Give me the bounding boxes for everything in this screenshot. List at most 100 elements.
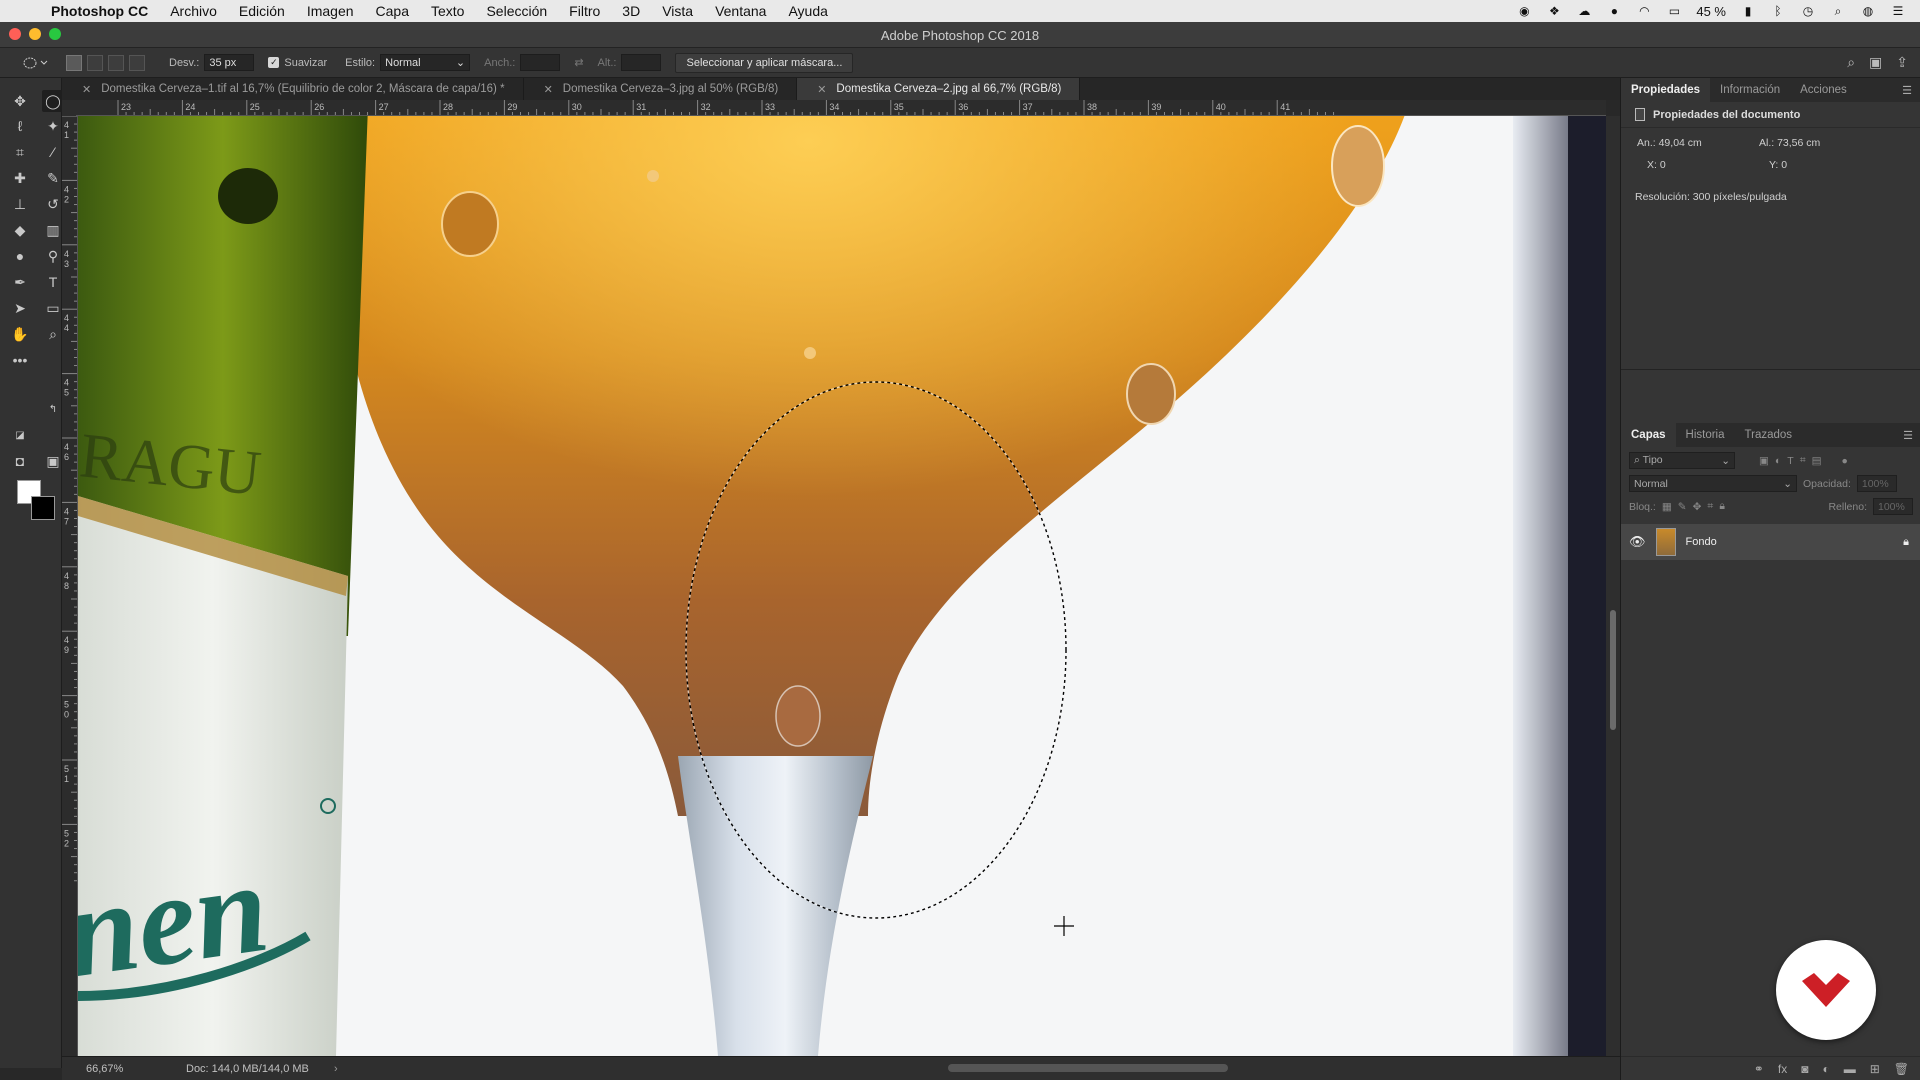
tab-document-1[interactable]: ✕ Domestika Cerveza–1.tif al 16,7% (Equi… — [62, 78, 524, 100]
dodge-tool-icon[interactable]: ⚲ — [42, 245, 64, 267]
fill-input[interactable]: 100% — [1873, 498, 1913, 515]
notification-center-icon[interactable]: ☰ — [1890, 4, 1906, 18]
search-icon[interactable]: ⌕ — [1847, 54, 1855, 71]
menu-3d[interactable]: 3D — [611, 3, 651, 19]
status-menu-icon[interactable]: › — [334, 1063, 338, 1075]
link-layers-icon[interactable]: ⚭ — [1754, 1062, 1764, 1076]
crop-tool-icon[interactable]: ⌗ — [9, 141, 31, 163]
subtract-selection-mode-button[interactable] — [108, 54, 124, 71]
filter-toggle-icon[interactable]: ● — [1842, 455, 1848, 467]
antialias-checkbox[interactable]: ✓ — [268, 57, 280, 68]
wifi-icon[interactable]: ◠ — [1636, 4, 1652, 18]
width-input[interactable] — [520, 54, 561, 71]
layer-name[interactable]: Fondo — [1686, 536, 1717, 548]
share-icon[interactable]: ⇪ — [1896, 54, 1908, 71]
quick-mask-icon[interactable]: ◘ — [9, 450, 31, 472]
clone-stamp-tool-icon[interactable]: ⊥ — [9, 193, 31, 215]
zoom-level[interactable]: 66,67% — [62, 1063, 132, 1075]
close-tab-icon[interactable]: ✕ — [817, 83, 826, 96]
dropbox-icon[interactable]: ❖ — [1546, 4, 1562, 18]
close-tab-icon[interactable]: ✕ — [82, 83, 91, 96]
menu-vista[interactable]: Vista — [651, 3, 704, 19]
swap-colors-icon[interactable]: ↰ — [42, 398, 64, 420]
healing-brush-tool-icon[interactable]: ✚ — [9, 167, 31, 189]
panel-menu-icon[interactable]: ☰ — [1903, 429, 1913, 442]
airplay-icon[interactable]: ▭ — [1666, 4, 1682, 18]
menu-filtro[interactable]: Filtro — [558, 3, 611, 19]
filter-adjustment-icon[interactable]: ◐ — [1775, 455, 1781, 467]
lock-image-icon[interactable]: ✎ — [1678, 501, 1687, 513]
battery-icon[interactable]: ▮ — [1740, 4, 1756, 18]
close-tab-icon[interactable]: ✕ — [544, 83, 553, 96]
swap-dimensions-icon[interactable]: ⇄ — [574, 56, 583, 69]
screen-mode-icon[interactable]: ▣ — [42, 450, 64, 472]
vertical-scroll-thumb[interactable] — [1610, 610, 1616, 730]
tab-acciones[interactable]: Acciones — [1790, 78, 1857, 102]
default-colors-icon[interactable]: ◪ — [9, 424, 31, 446]
siri-icon[interactable]: ◍ — [1860, 4, 1876, 18]
brush-tool-icon[interactable]: ✎ — [42, 167, 64, 189]
menu-seleccion[interactable]: Selección — [475, 3, 558, 19]
intersect-selection-mode-button[interactable] — [129, 54, 145, 71]
spotlight-icon[interactable]: ⌕ — [1830, 4, 1846, 18]
document-canvas[interactable]: RAGU nen — [78, 116, 1606, 1056]
delete-layer-icon[interactable]: 🗑︎ — [1894, 1062, 1909, 1076]
elliptical-marquee-tool-icon[interactable]: ◯ — [42, 90, 64, 112]
tab-propiedades[interactable]: Propiedades — [1621, 78, 1711, 102]
horizontal-ruler[interactable]: 23 24 25 26 27 28 29 30 31 32 33 34 35 36 37 38 39 40 41 — [76, 100, 1606, 116]
move-tool-icon[interactable]: ✥ — [9, 90, 31, 112]
path-selection-tool-icon[interactable]: ➤ — [9, 297, 31, 319]
tab-historia[interactable]: Historia — [1676, 423, 1735, 447]
eyedropper-tool-icon[interactable]: ⁄ — [42, 141, 64, 163]
eraser-tool-icon[interactable]: ◆ — [9, 219, 31, 241]
menu-texto[interactable]: Texto — [420, 3, 475, 19]
tab-document-2[interactable]: ✕ Domestika Cerveza–2.jpg al 66,7% (RGB/… — [797, 78, 1081, 100]
add-mask-icon[interactable]: ◙ — [1801, 1062, 1808, 1076]
new-group-icon[interactable]: ▬ — [1844, 1062, 1856, 1076]
height-input[interactable] — [621, 54, 662, 71]
menu-edicion[interactable]: Edición — [228, 3, 296, 19]
background-color-swatch[interactable] — [31, 496, 55, 520]
filter-shape-icon[interactable]: ⌗ — [1800, 454, 1806, 467]
sync-icon[interactable]: ● — [1606, 4, 1622, 18]
record-icon[interactable]: ◉ — [1516, 4, 1532, 18]
feather-input[interactable]: 35 px — [204, 54, 255, 71]
lock-transparent-icon[interactable]: ▦ — [1662, 501, 1672, 513]
lasso-tool-icon[interactable]: ℓ — [9, 115, 31, 137]
lock-icon[interactable]: 🔒︎ — [1903, 536, 1909, 549]
rectangle-tool-icon[interactable]: ▭ — [42, 297, 64, 319]
zoom-tool-icon[interactable]: ⌕ — [42, 323, 64, 345]
new-selection-mode-button[interactable] — [66, 54, 82, 71]
tab-informacion[interactable]: Información — [1710, 78, 1790, 102]
layer-filter-select[interactable]: ⌕ Tipo ⌄ — [1629, 452, 1735, 469]
style-select[interactable]: Normal ⌄ — [380, 54, 471, 71]
history-brush-tool-icon[interactable]: ↺ — [42, 193, 64, 215]
menu-app-name[interactable]: Photoshop CC — [40, 3, 159, 19]
new-adjustment-icon[interactable]: ◐ — [1822, 1062, 1829, 1076]
filter-smart-icon[interactable]: ▤ — [1812, 455, 1822, 467]
lock-position-icon[interactable]: ✥ — [1693, 501, 1702, 513]
hand-tool-icon[interactable]: ✋ — [9, 323, 31, 345]
layer-row-fondo[interactable]: 👁︎ Fondo 🔒︎ — [1621, 524, 1920, 560]
filter-type-icon[interactable]: T — [1787, 455, 1793, 467]
menu-imagen[interactable]: Imagen — [296, 3, 365, 19]
menu-ventana[interactable]: Ventana — [704, 3, 777, 19]
new-layer-icon[interactable]: ⊞ — [1870, 1062, 1880, 1076]
lock-artboard-icon[interactable]: ⌗ — [1707, 500, 1713, 513]
select-and-mask-button[interactable]: Seleccionar y aplicar máscara... — [675, 52, 854, 73]
vertical-ruler[interactable]: 414243444546474849505152 — [62, 116, 78, 1056]
vertical-scrollbar[interactable] — [1606, 116, 1620, 1056]
workspace-icon[interactable]: ▣ — [1869, 54, 1882, 71]
blend-mode-select[interactable]: Normal ⌄ — [1629, 475, 1797, 492]
layer-style-icon[interactable]: fx — [1778, 1062, 1787, 1076]
elliptical-marquee-preset-icon[interactable] — [22, 56, 48, 70]
tab-document-3[interactable]: ✕ Domestika Cerveza–3.jpg al 50% (RGB/8) — [524, 78, 798, 100]
tab-trazados[interactable]: Trazados — [1735, 423, 1803, 447]
menu-capa[interactable]: Capa — [365, 3, 420, 19]
blur-tool-icon[interactable]: ● — [9, 245, 31, 267]
time-machine-icon[interactable]: ◷ — [1800, 4, 1816, 18]
menu-archivo[interactable]: Archivo — [159, 3, 228, 19]
menu-ayuda[interactable]: Ayuda — [777, 3, 838, 19]
gradient-tool-icon[interactable]: ▥ — [42, 219, 64, 241]
panel-menu-icon[interactable]: ☰ — [1902, 84, 1912, 97]
